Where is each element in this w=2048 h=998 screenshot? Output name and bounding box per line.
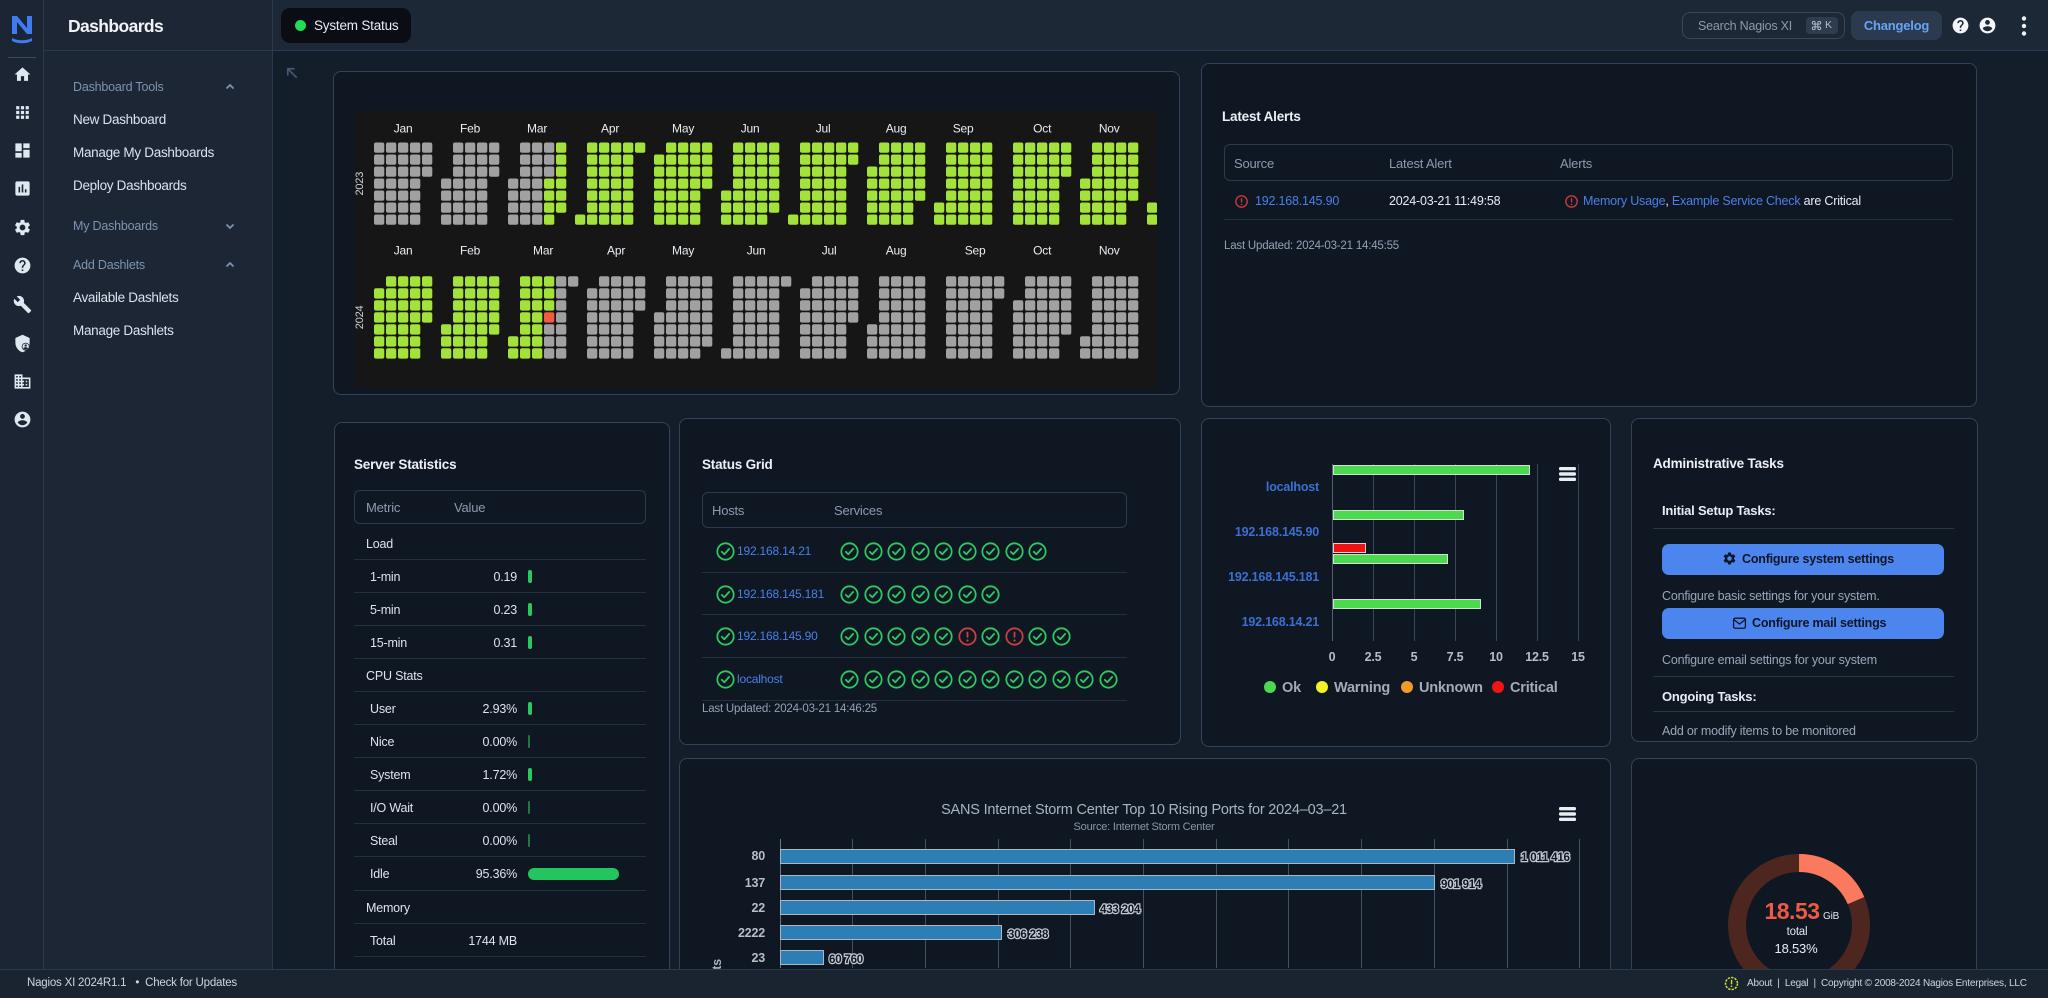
svg-text:Jan: Jan <box>394 122 413 136</box>
svg-text:306 238: 306 238 <box>1008 929 1049 941</box>
svg-text:Mar: Mar <box>533 243 553 257</box>
svg-text:60 760: 60 760 <box>829 954 863 966</box>
svg-text:Jun: Jun <box>747 243 766 257</box>
svg-text:Oct: Oct <box>1033 122 1052 136</box>
svg-text:Aug: Aug <box>886 243 907 257</box>
svg-text:2023: 2023 <box>354 172 366 196</box>
svg-text:Sep: Sep <box>953 122 974 136</box>
svg-text:Aug: Aug <box>886 122 907 136</box>
svg-text:Mar: Mar <box>527 122 547 136</box>
svg-text:Apr: Apr <box>601 122 619 136</box>
svg-text:Feb: Feb <box>460 243 481 257</box>
svg-text:901 914: 901 914 <box>1441 879 1482 891</box>
svg-text:Oct: Oct <box>1033 243 1052 257</box>
svg-text:Jun: Jun <box>741 122 760 136</box>
svg-text:Nov: Nov <box>1099 122 1120 136</box>
svg-text:2024: 2024 <box>354 305 366 329</box>
svg-text:Sep: Sep <box>965 243 986 257</box>
svg-text:Feb: Feb <box>460 122 481 136</box>
svg-text:Jul: Jul <box>822 243 837 257</box>
svg-text:Jan: Jan <box>394 243 413 257</box>
svg-text:May: May <box>672 243 694 257</box>
svg-text:Apr: Apr <box>607 243 625 257</box>
svg-text:Nov: Nov <box>1099 243 1120 257</box>
svg-text:1 011 416: 1 011 416 <box>1521 852 1570 864</box>
svg-text:433 204: 433 204 <box>1100 904 1141 916</box>
svg-text:Jul: Jul <box>816 122 831 136</box>
svg-text:May: May <box>672 122 694 136</box>
